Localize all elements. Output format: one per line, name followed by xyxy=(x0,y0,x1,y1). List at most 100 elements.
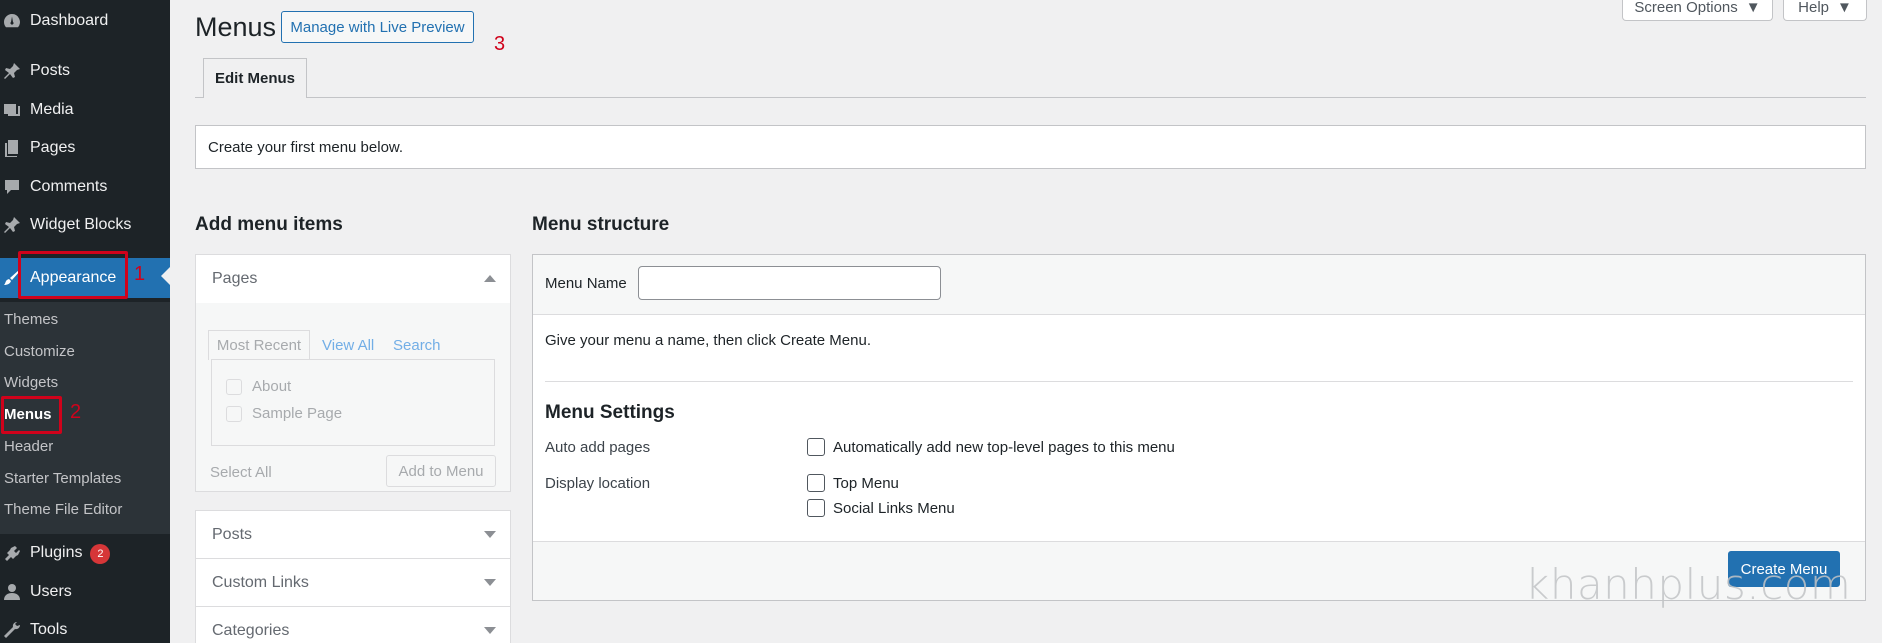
pages-icon xyxy=(2,138,22,158)
location-social-links-menu[interactable]: Social Links Menu xyxy=(807,499,955,517)
location-label: Social Links Menu xyxy=(833,499,955,517)
users-icon xyxy=(2,582,22,602)
checklist-item[interactable]: Sample Page xyxy=(226,405,342,422)
accordion-posts-header[interactable]: Posts xyxy=(196,511,510,559)
accordion-custom-links[interactable]: Custom Links xyxy=(195,558,511,608)
sidebar-item-users[interactable]: Users xyxy=(0,574,170,610)
location-top-menu[interactable]: Top Menu xyxy=(807,474,899,492)
submenu-item-menus[interactable]: Menus xyxy=(4,406,52,423)
screen-options-button[interactable]: Screen Options ▼ xyxy=(1622,0,1773,21)
arrow-down-icon xyxy=(484,531,496,538)
sidebar-item-dashboard[interactable]: Dashboard xyxy=(0,3,170,39)
add-menu-items-heading: Add menu items xyxy=(195,214,343,235)
help-button[interactable]: Help ▼ xyxy=(1783,0,1867,21)
sidebar-item-media[interactable]: Media xyxy=(0,92,170,128)
top-menu-checkbox[interactable] xyxy=(807,474,825,492)
accordion-pages-title: Pages xyxy=(212,270,258,287)
accordion-categories-title: Categories xyxy=(212,622,290,639)
accordion-custom-links-header[interactable]: Custom Links xyxy=(196,559,510,607)
caret-down-icon: ▼ xyxy=(1837,0,1852,16)
pin-icon xyxy=(2,215,22,235)
submenu-item-themes[interactable]: Themes xyxy=(4,311,58,328)
menu-name-label: Menu Name xyxy=(545,275,627,292)
auto-add-option-label: Automatically add new top-level pages to… xyxy=(833,438,1175,456)
checkbox-label: About xyxy=(252,378,292,395)
arrow-down-icon xyxy=(484,579,496,586)
paintbrush-icon xyxy=(2,268,22,288)
accordion-pages-header[interactable]: Pages xyxy=(196,255,510,303)
checklist-item[interactable]: About xyxy=(226,378,291,395)
annotation-number-1: 1 xyxy=(134,263,146,285)
comments-icon xyxy=(2,177,22,197)
media-icon xyxy=(2,100,22,120)
location-label: Top Menu xyxy=(833,474,899,492)
sidebar-item-plugins[interactable]: Plugins 2 xyxy=(0,536,170,572)
add-to-menu-button[interactable]: Add to Menu xyxy=(386,455,496,487)
menu-settings-heading: Menu Settings xyxy=(545,402,675,423)
submenu-item-starter-templates[interactable]: Starter Templates xyxy=(4,470,121,487)
tab-edit-menus[interactable]: Edit Menus xyxy=(203,58,307,98)
accordion-custom-links-title: Custom Links xyxy=(212,574,309,591)
menu-name-input[interactable] xyxy=(638,266,941,300)
help-label: Help xyxy=(1798,0,1829,16)
submenu-item-widgets[interactable]: Widgets xyxy=(4,374,58,391)
sidebar-item-label: Users xyxy=(30,583,72,600)
checkbox-about[interactable] xyxy=(226,378,242,395)
plugin-icon xyxy=(2,544,22,564)
arrow-up-icon xyxy=(484,275,496,282)
checkbox-label: Sample Page xyxy=(252,405,343,422)
pages-checklist: About Sample Page xyxy=(211,359,495,446)
sidebar-item-posts[interactable]: Posts xyxy=(0,53,170,89)
screen-options-label: Screen Options xyxy=(1634,0,1738,16)
sidebar-item-pages[interactable]: Pages xyxy=(0,130,170,166)
auto-add-option[interactable]: Automatically add new top-level pages to… xyxy=(807,438,1175,456)
tab-most-recent[interactable]: Most Recent xyxy=(208,330,310,360)
submenu-item-customize[interactable]: Customize xyxy=(4,343,75,360)
settings-divider xyxy=(545,381,1853,382)
sidebar-item-label: Plugins 2 xyxy=(30,544,111,564)
menu-structure-body: Give your menu a name, then click Create… xyxy=(533,314,1865,542)
accordion-posts[interactable]: Posts xyxy=(195,510,511,560)
menu-structure-panel: Menu Name Give your menu a name, then cl… xyxy=(532,254,1866,601)
sidebar-item-label: Comments xyxy=(30,178,108,195)
sidebar-item-widget-blocks[interactable]: Widget Blocks xyxy=(0,207,170,243)
wrench-icon xyxy=(2,620,22,640)
page-title: Menus xyxy=(195,12,277,42)
auto-add-label: Auto add pages xyxy=(545,439,651,456)
accordion-posts-title: Posts xyxy=(212,526,253,543)
social-links-menu-checkbox[interactable] xyxy=(807,499,825,517)
admin-sidebar: Dashboard Posts Media Pages Comments Wid… xyxy=(0,0,170,643)
tab-divider xyxy=(195,97,1866,98)
sidebar-item-label: Appearance xyxy=(30,269,117,286)
sidebar-item-tools[interactable]: Tools xyxy=(0,612,170,643)
submenu-item-theme-file-editor[interactable]: Theme File Editor xyxy=(4,501,122,518)
caret-down-icon: ▼ xyxy=(1745,0,1761,16)
sidebar-item-label: Dashboard xyxy=(30,12,109,29)
arrow-down-icon xyxy=(484,627,496,634)
checkbox-sample-page[interactable] xyxy=(226,405,242,422)
submenu-item-header[interactable]: Header xyxy=(4,438,53,455)
tab-search[interactable]: Search xyxy=(393,337,441,354)
appearance-submenu: Themes Customize Widgets Menus Header St… xyxy=(0,302,170,534)
menu-instructions: Give your menu a name, then click Create… xyxy=(545,332,871,349)
accordion-pages[interactable]: Pages xyxy=(195,254,511,304)
menu-structure-heading: Menu structure xyxy=(532,214,670,235)
display-location-label: Display location xyxy=(545,475,651,492)
accordion-categories[interactable]: Categories xyxy=(195,606,511,643)
sidebar-item-label: Posts xyxy=(30,62,71,79)
select-all-checkbox[interactable]: Select All xyxy=(210,464,272,481)
info-notice: Create your first menu below. xyxy=(195,125,1866,169)
sidebar-item-label: Pages xyxy=(30,139,76,156)
watermark-text: khanhplus.com xyxy=(1525,560,1852,609)
dashboard-icon xyxy=(2,11,22,31)
live-preview-button[interactable]: Manage with Live Preview xyxy=(281,11,474,43)
pin-icon xyxy=(2,61,22,81)
tab-view-all[interactable]: View All xyxy=(322,337,374,354)
sidebar-item-label: Media xyxy=(30,101,74,118)
annotation-number-2: 2 xyxy=(70,401,82,423)
plugins-label: Plugins xyxy=(30,544,83,561)
accordion-categories-header[interactable]: Categories xyxy=(196,607,510,643)
sidebar-item-comments[interactable]: Comments xyxy=(0,169,170,205)
auto-add-checkbox[interactable] xyxy=(807,438,825,456)
annotation-number-3: 3 xyxy=(494,33,506,55)
